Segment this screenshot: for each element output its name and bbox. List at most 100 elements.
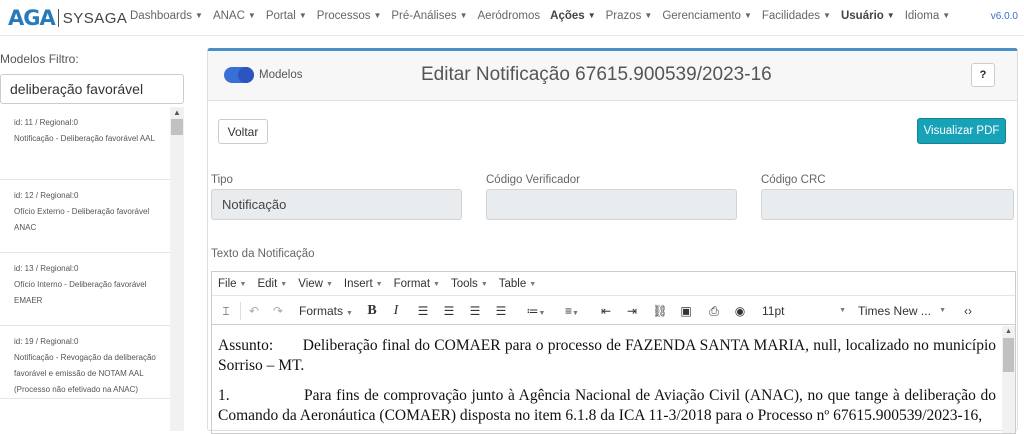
nav-item-portal[interactable]: Portal ▼	[266, 10, 307, 22]
model-title: Notificação - Revogação da deliberação f…	[14, 353, 156, 394]
nav-item-anac[interactable]: ANAC ▼	[213, 10, 256, 22]
indent-icon[interactable]: ⇥	[624, 302, 640, 320]
image-icon[interactable]: ▣	[678, 302, 694, 320]
page-break-icon[interactable]: ⌶	[218, 302, 234, 320]
chevron-down-icon: ▼	[644, 11, 653, 20]
nav-item-label: Gerenciamento	[662, 10, 741, 22]
nav-item-prazos[interactable]: Prazos ▼	[606, 10, 653, 22]
list-item[interactable]: id: 12 / Regional:0 Ofício Externo - Deli…	[0, 180, 170, 253]
models-filter-input[interactable]	[0, 74, 184, 104]
scroll-thumb[interactable]	[171, 119, 183, 135]
editor-toolbar: ⌶ ↶ ↷ Formats ▼ B I ☰ ☰ ☰ ☰ ≔▼ ≡▼ ⇤ ⇥ ⛓ ▣…	[212, 297, 1015, 325]
scroll-up-icon[interactable]: ▲	[170, 107, 184, 119]
nav-item-label: Prazos	[605, 10, 642, 22]
top-navbar: AGA SYSAGA Dashboards ▼ ANAC ▼ Portal ▼ Proces…	[0, 0, 1024, 36]
editor-menu-format[interactable]: Format ▼	[394, 278, 440, 290]
list-item[interactable]: id: 19 / Regional:0 Notificação - Revogaç…	[0, 326, 170, 399]
list-item[interactable]: id: 13 / Regional:0 Ofício Interno - Deli…	[0, 253, 170, 326]
models-toggle[interactable]	[224, 67, 254, 83]
chevron-down-icon: ▼	[247, 11, 256, 20]
editor-menu-insert[interactable]: Insert ▼	[344, 278, 383, 290]
scroll-thumb[interactable]	[1003, 338, 1014, 372]
app-version: v6.0.0	[990, 11, 1018, 22]
model-title: Ofício Externo - Deliberação favorável A…	[14, 207, 150, 232]
nav-item-label: Portal	[265, 10, 296, 22]
nav-item-dashboards[interactable]: Dashboards ▼	[130, 10, 203, 22]
formats-label: Formats	[299, 304, 344, 318]
chevron-down-icon: ▼	[195, 11, 203, 20]
align-left-icon[interactable]: ☰	[415, 302, 431, 320]
nav-item-aer-dromos[interactable]: Aeródromos	[478, 10, 541, 22]
editor-menu-edit[interactable]: Edit ▼	[257, 278, 287, 290]
chevron-down-icon: ▼	[886, 11, 895, 20]
editor-menu-label: Insert	[343, 277, 373, 290]
editor-menu-label: View	[298, 277, 323, 290]
app-logo[interactable]: AGA SYSAGA	[8, 5, 127, 31]
editor-menu-view[interactable]: View ▼	[298, 278, 333, 290]
rich-text-editor: File ▼ Edit ▼ View ▼ Insert ▼ Format ▼ Tools ▼ Table…	[211, 271, 1016, 434]
align-right-icon[interactable]: ☰	[467, 302, 483, 320]
font-size-dropdown[interactable]: 11pt ▼	[760, 302, 846, 320]
editor-menu-label: Tools	[450, 277, 478, 290]
subject-paragraph: Assunto: Deliberação final do COMAER par…	[218, 337, 996, 374]
undo-icon[interactable]: ↶	[246, 302, 262, 320]
models-list-scrollbar[interactable]: ▲	[170, 107, 184, 431]
nav-item-label: Idioma	[904, 10, 940, 22]
align-justify-icon[interactable]: ☰	[493, 302, 509, 320]
chevron-down-icon: ▼	[375, 280, 383, 288]
print-icon[interactable]: ⎙	[706, 302, 722, 320]
nav-item-idioma[interactable]: Idioma ▼	[905, 10, 950, 22]
font-family-value: Times New ...	[858, 304, 931, 318]
nav-item-pr-an-lises[interactable]: Pré-Análises ▼	[391, 10, 467, 22]
model-meta: id: 11 / Regional:0	[14, 118, 78, 127]
font-size-value: 11pt	[762, 304, 785, 318]
chevron-down-icon: ▼	[587, 11, 596, 20]
back-button[interactable]: Voltar	[218, 119, 268, 144]
nav-item-facilidades[interactable]: Facilidades ▼	[762, 10, 831, 22]
scroll-up-icon[interactable]: ▲	[1002, 326, 1015, 338]
nav-item-label: Aeródromos	[477, 10, 541, 22]
chevron-down-icon: ▼	[839, 307, 846, 314]
bullet-list-icon[interactable]: ≔▼	[522, 302, 550, 320]
preview-icon[interactable]: ◉	[732, 302, 748, 320]
view-pdf-button[interactable]: Visualizar PDF	[917, 118, 1006, 144]
source-code-icon[interactable]: ‹›	[960, 302, 976, 320]
nav-item-processos[interactable]: Processos ▼	[317, 10, 382, 22]
models-toggle-label: Modelos	[259, 69, 303, 81]
help-button[interactable]: ?	[971, 63, 995, 87]
filter-label: Modelos Filtro:	[0, 52, 79, 66]
link-icon[interactable]: ⛓	[652, 302, 668, 320]
chevron-down-icon: ▼	[298, 11, 307, 20]
models-list: id: 11 / Regional:0 Notificação - Deliber…	[0, 107, 170, 431]
model-meta: id: 13 / Regional:0	[14, 264, 79, 273]
body-paragraph: 1. Para fins de comprovação junto à Agên…	[218, 387, 996, 424]
nav-item-a-es[interactable]: Ações ▼	[550, 10, 595, 22]
outdent-icon[interactable]: ⇤	[598, 302, 614, 320]
model-meta: id: 19 / Regional:0	[14, 337, 79, 346]
editor-menu-label: Edit	[257, 277, 278, 290]
nav-item-gerenciamento[interactable]: Gerenciamento ▼	[662, 10, 752, 22]
editor-scrollbar[interactable]: ▲	[1002, 326, 1015, 433]
nav-item-label: Processos	[316, 10, 371, 22]
align-center-icon[interactable]: ☰	[441, 302, 457, 320]
chevron-down-icon: ▼	[743, 11, 752, 20]
editor-content[interactable]: Assunto: Deliberação final do COMAER par…	[212, 326, 1002, 433]
main-menu: Dashboards ▼ ANAC ▼ Portal ▼ Processos ▼ Pré-Aná…	[130, 10, 960, 22]
editor-menu-file[interactable]: File ▼	[218, 278, 246, 290]
nav-item-label: Facilidades	[761, 10, 821, 22]
chevron-down-icon: ▼	[939, 307, 946, 314]
chevron-down-icon: ▼	[823, 11, 831, 20]
codigo-crc-field	[761, 189, 1014, 220]
editor-menu-tools[interactable]: Tools ▼	[451, 278, 488, 290]
list-item[interactable]: id: 11 / Regional:0 Notificação - Deliber…	[0, 107, 170, 180]
italic-icon[interactable]: I	[388, 302, 404, 320]
nav-item-usu-rio[interactable]: Usuário ▼	[841, 10, 895, 22]
redo-icon[interactable]: ↷	[270, 302, 286, 320]
font-family-dropdown[interactable]: Times New ... ▼	[858, 302, 946, 320]
chevron-down-icon: ▼	[325, 280, 333, 288]
numbered-list-icon[interactable]: ≡▼	[558, 302, 586, 320]
bold-icon[interactable]: B	[364, 302, 380, 320]
editor-menu-table[interactable]: Table ▼	[499, 278, 536, 290]
formats-dropdown[interactable]: Formats ▼	[298, 302, 354, 320]
edit-notification-panel: Modelos Editar Notificação 67615.900539/…	[207, 48, 1018, 434]
